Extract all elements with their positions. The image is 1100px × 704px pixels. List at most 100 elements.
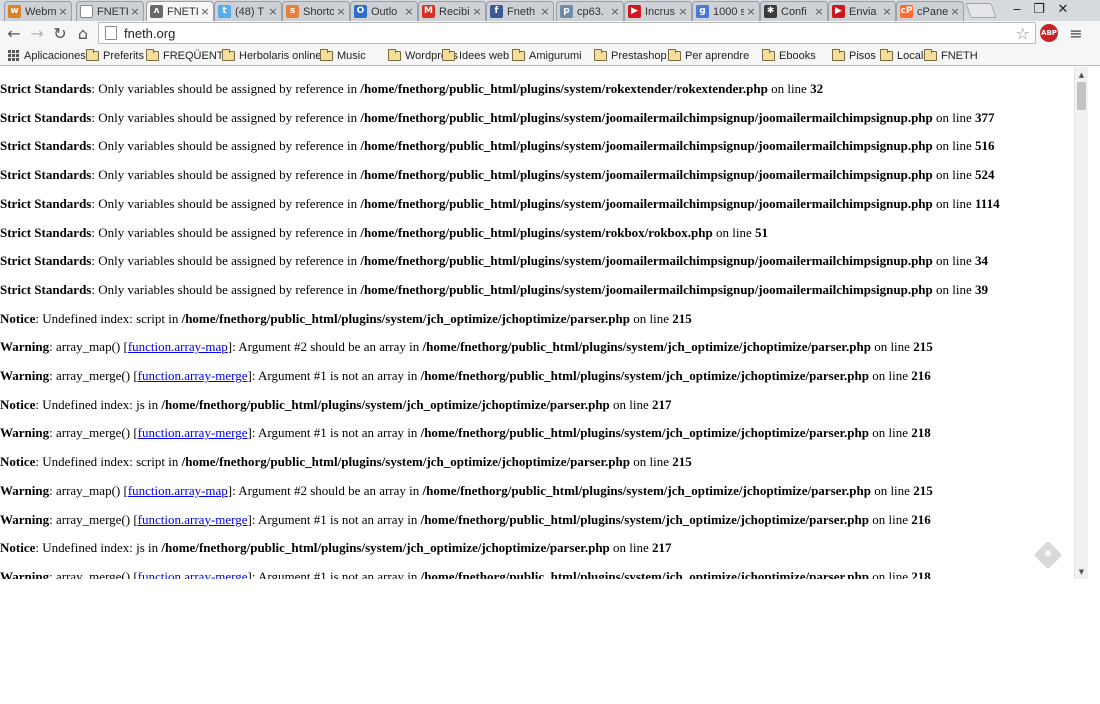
vertical-scrollbar[interactable]: ▲ ▼ (1074, 67, 1088, 579)
error-message: Warning: array_map() [function.array-map… (0, 481, 933, 501)
message-type: Strict Standards (0, 195, 92, 211)
close-icon[interactable]: × (268, 5, 278, 18)
bookmarks-bar: Aplicaciones Preferits FREQÜENTS Herbolaris… (0, 45, 1100, 66)
scroll-up-icon[interactable]: ▲ (1075, 68, 1088, 81)
tab-strip: w Webm × FNETI × ʌ FNETI × t (48) T × s Shortc × O Outl… (0, 0, 1100, 21)
close-icon[interactable]: × (200, 5, 210, 18)
file-path: /home/fnethorg/public_html/plugins/syste… (360, 167, 933, 183)
youtube-icon: ▶ (832, 5, 845, 18)
message-type: Notice (0, 454, 36, 470)
forward-arrow-icon[interactable]: → (27, 23, 47, 43)
tab[interactable]: p cp63. × (556, 1, 624, 21)
message-type: Warning (0, 568, 50, 579)
bookmark-item[interactable]: Music (320, 48, 366, 63)
bookmark-item[interactable]: Idees web (442, 48, 509, 63)
tab[interactable]: M Recibi × (418, 1, 486, 21)
function-link[interactable]: function.array-map (128, 339, 228, 354)
tab-label: Fneth (507, 5, 536, 18)
function-link[interactable]: function.array-merge (138, 512, 248, 527)
close-icon[interactable]: × (746, 5, 756, 18)
home-icon[interactable]: ⌂ (73, 23, 93, 43)
bookmark-item[interactable]: Prestashop (594, 48, 667, 63)
line-number: 51 (754, 224, 768, 240)
message-text: : Undefined index: js in (35, 540, 162, 556)
minimize-button[interactable]: ‒ (1006, 0, 1028, 19)
close-icon[interactable]: × (130, 5, 140, 18)
bookmark-item[interactable]: Ebooks (762, 48, 816, 63)
bookmark-item[interactable]: FREQÜENTS (146, 48, 231, 63)
tab[interactable]: FNETI × (76, 1, 144, 21)
function-link[interactable]: function.array-merge (138, 368, 248, 383)
bookmark-item[interactable]: Amigurumi (512, 48, 582, 63)
tab[interactable]: f Fneth × (486, 1, 554, 21)
file-path: /home/fnethorg/public_html/plugins/syste… (360, 281, 933, 297)
google-icon: g (696, 5, 709, 18)
file-path: /home/fnethorg/public_html/plugins/syste… (420, 368, 869, 383)
menu-icon[interactable]: ≡ (1066, 23, 1086, 43)
error-message: Strict Standards: Only variables should … (0, 223, 768, 243)
tab[interactable]: ʌ FNETI × (146, 1, 214, 21)
bookmark-label: Music (337, 49, 366, 62)
back-arrow-icon[interactable]: ← (4, 23, 24, 43)
message-type: Strict Standards (0, 281, 92, 297)
tab[interactable]: ✱ Confi × (760, 1, 828, 21)
bookmark-item[interactable]: FNETH (924, 48, 978, 63)
message-text: : Only variables should be assigned by r… (91, 81, 361, 96)
scroll-down-icon[interactable]: ▼ (1075, 565, 1088, 578)
tab[interactable]: ▶ Incrus × (624, 1, 692, 21)
error-message: Warning: array_merge() [function.array-m… (0, 567, 931, 579)
tab[interactable]: O Outlo × (350, 1, 418, 21)
reload-icon[interactable]: ↻ (50, 23, 70, 43)
close-window-button[interactable]: ✕ (1052, 0, 1074, 19)
bookmark-label: Per aprendre (685, 49, 750, 62)
tab[interactable]: w Webm × (4, 1, 72, 21)
tab[interactable]: g 1000 s × (692, 1, 760, 21)
function-link[interactable]: function.array-merge (138, 569, 248, 579)
bookmark-item[interactable]: Pisos (832, 48, 876, 63)
function-link[interactable]: function.array-merge (138, 425, 248, 440)
tab[interactable]: cP cPane × (896, 1, 964, 21)
message-text: on line (870, 339, 914, 355)
close-icon[interactable]: × (678, 5, 688, 18)
tab[interactable]: ▶ Envia × (828, 1, 896, 21)
error-message: Strict Standards: Only variables should … (0, 108, 995, 128)
adblock-icon[interactable]: ABP (1040, 24, 1058, 42)
close-icon[interactable]: × (404, 5, 414, 18)
tab[interactable]: s Shortc × (282, 1, 350, 21)
line-number: 218 (911, 425, 931, 441)
folder-icon (594, 48, 607, 61)
close-icon[interactable]: × (610, 5, 620, 18)
folder-icon (880, 48, 893, 61)
tab-label: Webm (25, 5, 56, 18)
webmail-icon: w (8, 5, 21, 18)
close-icon[interactable]: × (58, 5, 68, 18)
restore-button[interactable]: ❐ (1028, 0, 1050, 19)
bookmark-item[interactable]: Aplicaciones (8, 48, 86, 63)
close-icon[interactable]: × (950, 5, 960, 18)
bookmark-item[interactable]: Locals (880, 48, 929, 63)
new-tab-button[interactable] (965, 3, 997, 18)
bookmark-star-icon[interactable]: ☆ (1016, 24, 1030, 43)
error-message: Strict Standards: Only variables should … (0, 194, 1000, 214)
url-text[interactable]: fneth.org (124, 26, 175, 41)
close-icon[interactable]: × (336, 5, 346, 18)
message-text: : array_map() [ (49, 339, 128, 355)
message-text: : Only variables should be assigned by r… (91, 109, 361, 125)
error-message: Strict Standards: Only variables should … (0, 251, 988, 271)
tab[interactable]: t (48) T × (214, 1, 282, 21)
message-type: Notice (0, 540, 36, 556)
close-icon[interactable]: × (540, 5, 550, 18)
bookmark-item[interactable]: Per aprendre (668, 48, 749, 63)
function-link[interactable]: function.array-map (128, 483, 228, 498)
bookmark-item[interactable]: Herbolaris online (222, 48, 322, 63)
scroll-thumb[interactable] (1077, 82, 1086, 110)
message-text: on line (767, 81, 811, 96)
close-icon[interactable]: × (814, 5, 824, 18)
message-text: on line (932, 138, 976, 154)
close-icon[interactable]: × (472, 5, 482, 18)
error-message: Warning: array_merge() [function.array-m… (0, 366, 931, 386)
bookmark-item[interactable]: Preferits (86, 48, 144, 63)
line-number: 217 (652, 540, 672, 556)
address-bar[interactable]: fneth.org ☆ (98, 22, 1036, 44)
close-icon[interactable]: × (882, 5, 892, 18)
